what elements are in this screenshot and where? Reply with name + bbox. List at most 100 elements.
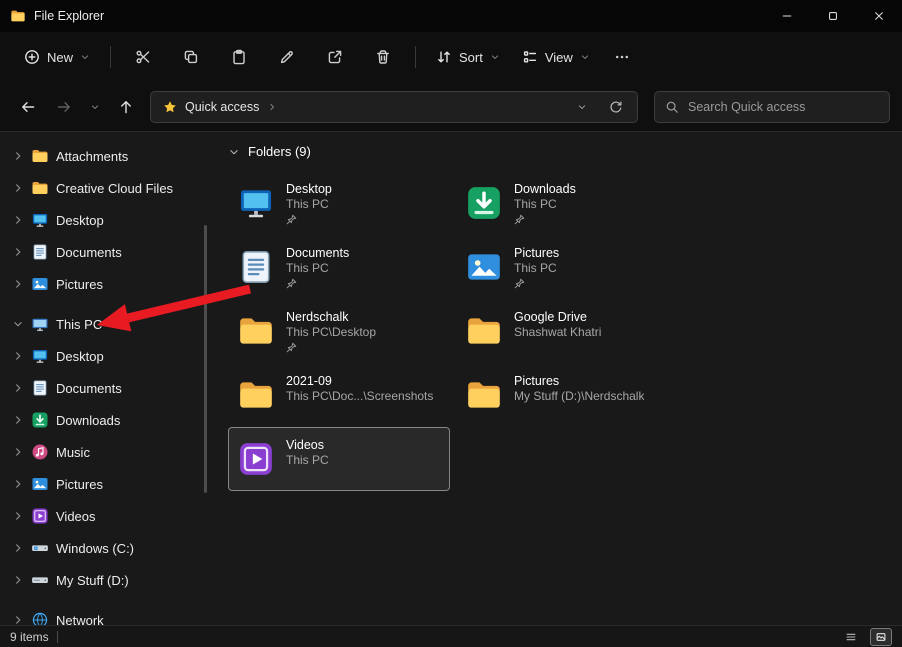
close-button[interactable] xyxy=(856,0,902,32)
up-button[interactable] xyxy=(110,91,142,123)
large-icons-view-button[interactable] xyxy=(870,628,892,646)
sidebar-item-music[interactable]: Music xyxy=(4,436,206,468)
documents-icon xyxy=(31,243,49,261)
recent-locations-button[interactable] xyxy=(84,91,106,123)
tile-title: Pictures xyxy=(514,245,559,261)
sidebar-item-label: Network xyxy=(56,613,104,626)
tile-title: Downloads xyxy=(514,181,576,197)
sidebar-item-downloads[interactable]: Downloads xyxy=(4,404,206,436)
tile-documents[interactable]: Documents This PC xyxy=(228,235,450,299)
rename-button[interactable] xyxy=(267,40,307,74)
sidebar-item-my-stuff-d[interactable]: My Stuff (D:) xyxy=(4,564,206,596)
tile-text: Videos This PC xyxy=(286,437,329,481)
folder-icon xyxy=(237,312,275,350)
tile-pictures-d[interactable]: Pictures My Stuff (D:)\Nerdschalk xyxy=(456,363,678,427)
tile-videos[interactable]: Videos This PC xyxy=(228,427,450,491)
window-title: File Explorer xyxy=(34,9,104,23)
tile-text: Documents This PC xyxy=(286,245,349,289)
tile-subtitle: This PC xyxy=(514,261,559,276)
see-more-button[interactable] xyxy=(602,40,642,74)
back-button[interactable] xyxy=(12,91,44,123)
share-button[interactable] xyxy=(315,40,355,74)
details-view-icon xyxy=(845,631,857,643)
sidebar-item-label: My Stuff (D:) xyxy=(56,573,129,588)
tile-downloads[interactable]: Downloads This PC xyxy=(456,171,678,235)
chevron-right-icon[interactable] xyxy=(12,446,24,458)
tile-text: Pictures This PC xyxy=(514,245,559,289)
close-icon xyxy=(873,10,885,22)
folders-section-header[interactable]: Folders (9) xyxy=(228,144,902,159)
pictures-icon xyxy=(465,248,503,286)
address-bar[interactable]: Quick access xyxy=(150,91,638,123)
forward-button[interactable] xyxy=(48,91,80,123)
search-input[interactable] xyxy=(688,100,879,114)
tile-desktop[interactable]: Desktop This PC xyxy=(228,171,450,235)
tile-subtitle: This PC xyxy=(286,453,329,468)
sidebar-item-label: Music xyxy=(56,445,90,460)
sidebar-item-attachments[interactable]: Attachments xyxy=(4,140,206,172)
maximize-button[interactable] xyxy=(810,0,856,32)
tile-google-drive[interactable]: Google Drive Shashwat Khatri xyxy=(456,299,678,363)
sidebar-scrollbar[interactable] xyxy=(204,225,207,493)
folder-tiles-grid: Desktop This PC Downloads This PC xyxy=(228,171,902,491)
more-icon xyxy=(614,49,630,65)
arrow-up-icon xyxy=(118,99,134,115)
chevron-right-icon[interactable] xyxy=(12,542,24,554)
pin-icon xyxy=(286,278,297,289)
chevron-right-icon[interactable] xyxy=(12,414,24,426)
tile-title: Nerdschalk xyxy=(286,309,376,325)
sidebar-item-this-pc[interactable]: This PC xyxy=(4,308,206,340)
cut-button[interactable] xyxy=(123,40,163,74)
refresh-button[interactable] xyxy=(603,94,629,120)
documents-icon xyxy=(31,379,49,397)
tile-2021-09[interactable]: 2021-09 This PC\Doc...\Screenshots xyxy=(228,363,450,427)
explorer-chrome: New xyxy=(0,32,902,132)
breadcrumb-item[interactable]: Quick access xyxy=(185,100,259,114)
sidebar-item-desktop-quick[interactable]: Desktop xyxy=(4,204,206,236)
tile-title: Google Drive xyxy=(514,309,601,325)
paste-button[interactable] xyxy=(219,40,259,74)
chevron-right-icon[interactable] xyxy=(12,246,24,258)
navigation-bar: Quick access xyxy=(0,82,902,131)
chevron-down-icon xyxy=(90,102,100,112)
details-view-button[interactable] xyxy=(840,628,862,646)
chevron-down-icon xyxy=(490,52,500,62)
delete-button[interactable] xyxy=(363,40,403,74)
chevron-right-icon[interactable] xyxy=(12,478,24,490)
view-icon xyxy=(522,49,538,65)
chevron-right-icon[interactable] xyxy=(12,350,24,362)
chevron-right-icon[interactable] xyxy=(12,510,24,522)
sidebar-item-windows-c[interactable]: Windows (C:) xyxy=(4,532,206,564)
minimize-button[interactable] xyxy=(764,0,810,32)
sidebar-item-label: Attachments xyxy=(56,149,128,164)
sidebar-item-pictures-quick[interactable]: Pictures xyxy=(4,268,206,300)
chevron-right-icon[interactable] xyxy=(12,574,24,586)
pictures-icon xyxy=(31,475,49,493)
view-button[interactable]: View xyxy=(512,42,600,72)
chevron-right-icon[interactable] xyxy=(12,614,24,625)
sidebar-item-pictures[interactable]: Pictures xyxy=(4,468,206,500)
chevron-right-icon[interactable] xyxy=(12,382,24,394)
tile-nerdschalk[interactable]: Nerdschalk This PC\Desktop xyxy=(228,299,450,363)
chevron-right-icon[interactable] xyxy=(12,278,24,290)
scissors-icon xyxy=(135,49,151,65)
sidebar-item-documents-quick[interactable]: Documents xyxy=(4,236,206,268)
sidebar-item-creative-cloud-files[interactable]: Creative Cloud Files xyxy=(4,172,206,204)
sidebar-item-documents[interactable]: Documents xyxy=(4,372,206,404)
sort-icon xyxy=(436,49,452,65)
copy-button[interactable] xyxy=(171,40,211,74)
sidebar-item-label: Documents xyxy=(56,245,122,260)
new-button[interactable]: New xyxy=(14,42,100,72)
sidebar-item-network[interactable]: Network xyxy=(4,604,206,625)
chevron-right-icon[interactable] xyxy=(12,150,24,162)
tile-title: 2021-09 xyxy=(286,373,433,389)
sort-button[interactable]: Sort xyxy=(426,42,510,72)
sidebar-item-videos[interactable]: Videos xyxy=(4,500,206,532)
items-count: 9 items xyxy=(10,630,49,644)
chevron-right-icon[interactable] xyxy=(12,214,24,226)
tile-pictures[interactable]: Pictures This PC xyxy=(456,235,678,299)
chevron-right-icon[interactable] xyxy=(12,182,24,194)
chevron-down-icon[interactable] xyxy=(12,318,24,330)
sidebar-item-desktop[interactable]: Desktop xyxy=(4,340,206,372)
address-dropdown-button[interactable] xyxy=(569,94,595,120)
